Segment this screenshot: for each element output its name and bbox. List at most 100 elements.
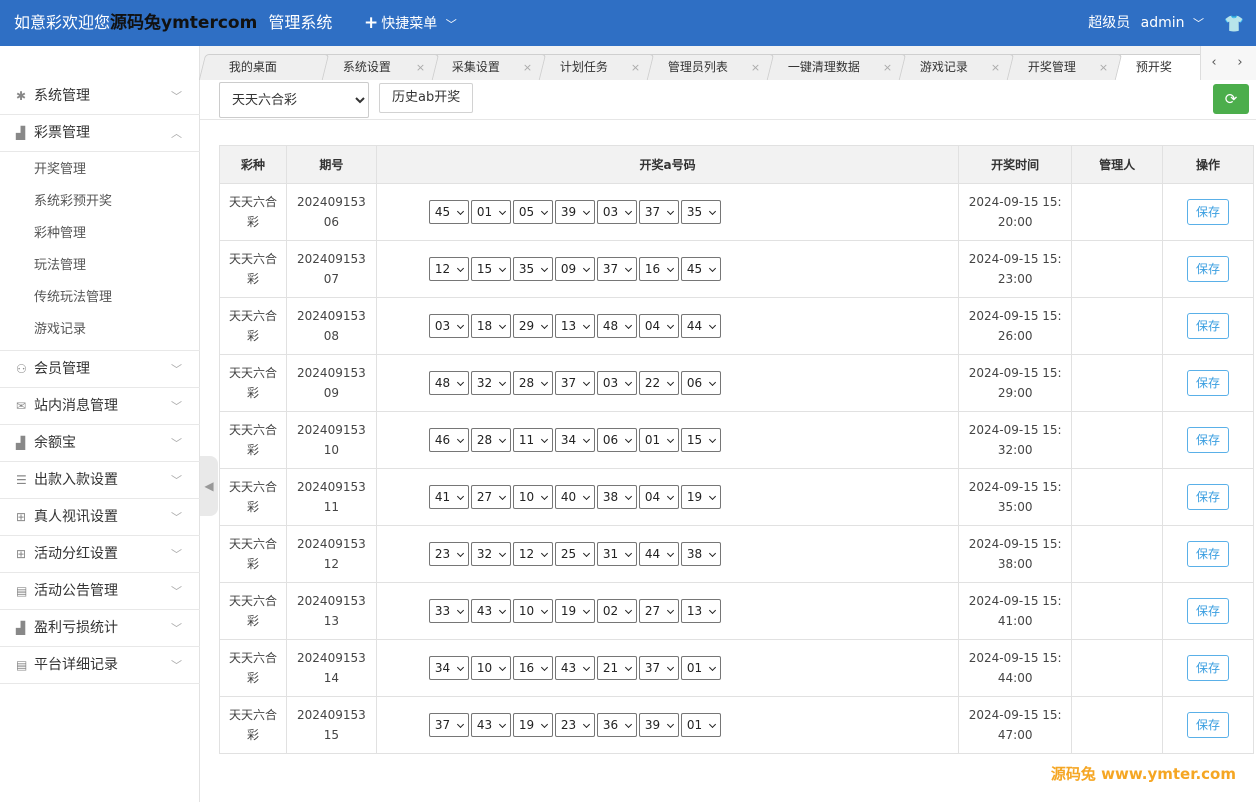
number-select[interactable]: 34: [428, 656, 469, 680]
number-select[interactable]: 03: [596, 200, 637, 224]
sidebar-group[interactable]: ▤ 平台详细记录 ﹀: [0, 647, 200, 684]
save-button[interactable]: 保存: [1187, 598, 1229, 624]
number-select[interactable]: 16: [512, 656, 553, 680]
save-button[interactable]: 保存: [1187, 199, 1229, 225]
number-select[interactable]: 40: [554, 485, 595, 509]
number-select[interactable]: 16: [638, 257, 679, 281]
user-menu[interactable]: 超级员 admin ﹀: [1088, 0, 1204, 46]
sidebar-group[interactable]: ▟ 余额宝 ﹀: [0, 425, 200, 462]
chevron-right-icon[interactable]: ›: [1227, 46, 1253, 80]
number-select[interactable]: 44: [680, 314, 721, 338]
number-select[interactable]: 38: [596, 485, 637, 509]
sidebar-group[interactable]: ☰ 出款入款设置 ﹀: [0, 462, 200, 499]
close-icon[interactable]: ×: [991, 55, 1000, 80]
save-button[interactable]: 保存: [1187, 484, 1229, 510]
number-select[interactable]: 19: [554, 599, 595, 623]
number-select[interactable]: 12: [512, 542, 553, 566]
chevron-left-icon[interactable]: ‹: [1201, 46, 1227, 80]
number-select[interactable]: 41: [428, 485, 469, 509]
number-select[interactable]: 39: [554, 200, 595, 224]
number-select[interactable]: 03: [596, 371, 637, 395]
number-select[interactable]: 27: [638, 599, 679, 623]
sidebar-group[interactable]: ✉ 站内消息管理 ﹀: [0, 388, 200, 425]
number-select[interactable]: 01: [470, 200, 511, 224]
save-button[interactable]: 保存: [1187, 655, 1229, 681]
save-button[interactable]: 保存: [1187, 370, 1229, 396]
tab[interactable]: 游戏记录 ×: [889, 54, 1015, 80]
number-select[interactable]: 04: [638, 485, 679, 509]
sidebar-group[interactable]: ▟ 盈利亏损统计 ﹀: [0, 610, 200, 647]
sidebar-group[interactable]: ▤ 活动公告管理 ﹀: [0, 573, 200, 610]
number-select[interactable]: 13: [554, 314, 595, 338]
sidebar-item[interactable]: 开奖管理: [0, 154, 200, 186]
sidebar-group[interactable]: ⊞ 真人视讯设置 ﹀: [0, 499, 200, 536]
sidebar-collapse-handle[interactable]: ◀: [200, 456, 218, 516]
number-select[interactable]: 23: [554, 713, 595, 737]
number-select[interactable]: 23: [428, 542, 469, 566]
number-select[interactable]: 43: [470, 599, 511, 623]
number-select[interactable]: 10: [470, 656, 511, 680]
save-button[interactable]: 保存: [1187, 427, 1229, 453]
number-select[interactable]: 05: [512, 200, 553, 224]
number-select[interactable]: 46: [428, 428, 469, 452]
close-icon[interactable]: ×: [883, 55, 892, 80]
history-ab-draw-button[interactable]: 历史ab开奖: [379, 83, 474, 113]
number-select[interactable]: 04: [638, 314, 679, 338]
number-select[interactable]: 02: [596, 599, 637, 623]
number-select[interactable]: 01: [680, 713, 721, 737]
number-select[interactable]: 31: [596, 542, 637, 566]
number-select[interactable]: 19: [680, 485, 721, 509]
number-select[interactable]: 01: [680, 656, 721, 680]
number-select[interactable]: 43: [470, 713, 511, 737]
number-select[interactable]: 38: [680, 542, 721, 566]
tab[interactable]: 系统设置 ×: [312, 54, 440, 80]
tab[interactable]: 管理员列表 ×: [637, 54, 775, 80]
number-select[interactable]: 27: [470, 485, 511, 509]
number-select[interactable]: 15: [680, 428, 721, 452]
number-select[interactable]: 37: [554, 371, 595, 395]
number-select[interactable]: 45: [680, 257, 721, 281]
sidebar-item[interactable]: 传统玩法管理: [0, 282, 200, 314]
number-select[interactable]: 36: [596, 713, 637, 737]
quick-menu-button[interactable]: + 快捷菜单 ﹀: [364, 0, 457, 46]
number-select[interactable]: 44: [638, 542, 679, 566]
number-select[interactable]: 22: [638, 371, 679, 395]
tab[interactable]: 我的桌面: [198, 54, 330, 80]
save-button[interactable]: 保存: [1187, 256, 1229, 282]
sidebar-item[interactable]: 游戏记录: [0, 314, 200, 346]
number-select[interactable]: 10: [512, 485, 553, 509]
number-select[interactable]: 13: [680, 599, 721, 623]
sidebar-group[interactable]: ⊞ 活动分红设置 ﹀: [0, 536, 200, 573]
number-select[interactable]: 06: [680, 371, 721, 395]
number-select[interactable]: 37: [428, 713, 469, 737]
tab[interactable]: 一键清理数据 ×: [757, 54, 907, 80]
number-select[interactable]: 37: [638, 200, 679, 224]
tab[interactable]: 计划任务 ×: [529, 54, 655, 80]
number-select[interactable]: 48: [428, 371, 469, 395]
number-select[interactable]: 37: [596, 257, 637, 281]
sidebar-group[interactable]: ▟ 彩票管理 ︿: [0, 115, 200, 152]
number-select[interactable]: 09: [554, 257, 595, 281]
sidebar-group[interactable]: ⚇ 会员管理 ﹀: [0, 351, 200, 388]
close-icon[interactable]: ×: [1099, 55, 1108, 80]
number-select[interactable]: 10: [512, 599, 553, 623]
number-select[interactable]: 12: [428, 257, 469, 281]
number-select[interactable]: 39: [638, 713, 679, 737]
number-select[interactable]: 01: [638, 428, 679, 452]
number-select[interactable]: 18: [470, 314, 511, 338]
refresh-icon[interactable]: ⟳: [1213, 84, 1249, 114]
sidebar-group[interactable]: ✱ 系统管理 ﹀: [0, 78, 200, 115]
number-select[interactable]: 33: [428, 599, 469, 623]
number-select[interactable]: 43: [554, 656, 595, 680]
save-button[interactable]: 保存: [1187, 712, 1229, 738]
number-select[interactable]: 28: [470, 428, 511, 452]
close-icon[interactable]: ×: [523, 55, 532, 80]
number-select[interactable]: 29: [512, 314, 553, 338]
save-button[interactable]: 保存: [1187, 541, 1229, 567]
number-select[interactable]: 15: [470, 257, 511, 281]
theme-shirt-icon[interactable]: 👕: [1224, 14, 1244, 33]
number-select[interactable]: 48: [596, 314, 637, 338]
number-select[interactable]: 19: [512, 713, 553, 737]
number-select[interactable]: 32: [470, 371, 511, 395]
close-icon[interactable]: ×: [416, 55, 425, 80]
